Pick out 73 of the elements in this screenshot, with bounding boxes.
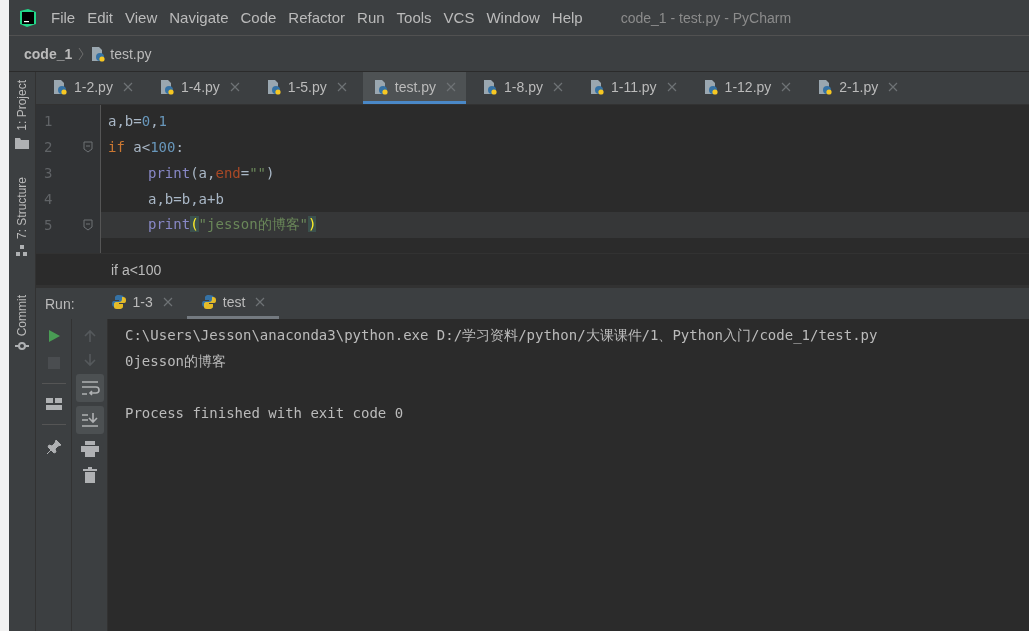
menu-item[interactable]: Navigate xyxy=(169,9,229,26)
close-icon[interactable] xyxy=(888,81,899,92)
python-file-icon xyxy=(482,78,498,95)
down-arrow-icon[interactable] xyxy=(82,353,97,367)
python-file-icon xyxy=(265,78,282,95)
editor-tab[interactable]: 1-12.py xyxy=(692,72,802,104)
soft-wrap-icon[interactable] xyxy=(75,374,104,402)
code-breadcrumb[interactable]: if a<100 xyxy=(111,261,162,278)
close-icon[interactable] xyxy=(446,81,456,92)
code-line: print(a,end="") xyxy=(147,165,275,181)
structure-icon xyxy=(16,244,28,257)
editor-tab[interactable]: 2-1.py xyxy=(807,72,909,104)
editor-tab[interactable]: test.py xyxy=(362,72,466,104)
run-label: Run: xyxy=(45,295,75,312)
close-icon[interactable] xyxy=(552,81,563,92)
code-line: print("jesson的博客") xyxy=(147,216,317,234)
menu-item[interactable]: Window xyxy=(486,9,540,26)
python-file-icon xyxy=(372,78,389,95)
menu-item[interactable]: View xyxy=(125,9,158,26)
code-line: a,b=b,a+b xyxy=(147,191,224,207)
python-icon xyxy=(110,294,127,310)
print-icon[interactable] xyxy=(80,441,99,457)
close-icon[interactable] xyxy=(122,81,133,92)
python-file-icon xyxy=(90,45,107,62)
breadcrumb-item[interactable]: test.py xyxy=(110,45,152,62)
breadcrumb-item[interactable]: code_1 xyxy=(24,45,73,62)
python-file-icon xyxy=(158,78,175,95)
close-icon[interactable] xyxy=(162,297,173,307)
menu-item[interactable]: Code xyxy=(240,9,277,26)
scroll-to-end-icon[interactable] xyxy=(75,406,104,434)
menu-item[interactable]: Refactor xyxy=(288,9,346,26)
trash-icon[interactable] xyxy=(82,467,97,483)
editor-tab[interactable]: 1-8.py xyxy=(472,72,573,104)
console-line: Process finished with exit code 0 xyxy=(125,405,404,421)
commit-icon xyxy=(15,342,29,351)
close-icon[interactable] xyxy=(336,81,347,92)
python-file-icon xyxy=(817,78,834,95)
console-line: 0jesson的博客 xyxy=(125,353,226,369)
fold-marker-icon[interactable] xyxy=(83,219,93,231)
python-file-icon xyxy=(588,78,605,95)
console-line: C:\Users\Jesson\anaconda3\python.exe D:/学习资料/python/大课课件/1、Python入门/code_1/test.py xyxy=(125,327,878,343)
up-arrow-icon[interactable] xyxy=(82,329,97,343)
editor-tab[interactable]: 1-2.py xyxy=(42,72,143,104)
app-logo-icon xyxy=(18,7,38,28)
code-line: if a<100: xyxy=(107,139,184,155)
menu-item[interactable]: VCS xyxy=(443,9,475,26)
close-icon[interactable] xyxy=(781,81,792,92)
python-file-icon xyxy=(702,78,719,95)
close-icon[interactable] xyxy=(666,81,677,92)
run-icon[interactable] xyxy=(46,329,61,343)
close-icon[interactable] xyxy=(229,81,240,92)
editor-tab[interactable]: 1-11.py xyxy=(578,72,687,104)
tool-window-button[interactable]: Commit xyxy=(15,294,29,351)
close-icon[interactable] xyxy=(255,297,266,307)
run-tab[interactable]: 1-3 xyxy=(96,288,187,319)
pin-icon[interactable] xyxy=(45,439,62,455)
menu-item[interactable]: Tools xyxy=(396,9,432,26)
fold-marker-icon[interactable] xyxy=(83,141,93,153)
menu-item[interactable]: Help xyxy=(551,9,583,26)
tool-window-button[interactable]: 1: Project xyxy=(15,80,29,149)
folder-icon xyxy=(15,136,29,149)
menu-item[interactable]: Edit xyxy=(87,9,114,26)
code-line: a,b=0,1 xyxy=(107,113,168,129)
layout-icon[interactable] xyxy=(45,398,62,410)
tool-window-button[interactable]: 7: Structure xyxy=(15,176,29,257)
window-title: code_1 - test.py - PyCharm xyxy=(620,9,792,26)
editor-tab[interactable]: 1-5.py xyxy=(255,72,357,104)
python-icon xyxy=(200,294,217,310)
python-file-icon xyxy=(52,78,68,95)
menu-item[interactable]: Run xyxy=(357,9,385,26)
chevron-icon xyxy=(78,46,85,61)
editor-tab[interactable]: 1-4.py xyxy=(148,72,250,104)
menu-item[interactable]: File xyxy=(51,9,76,26)
